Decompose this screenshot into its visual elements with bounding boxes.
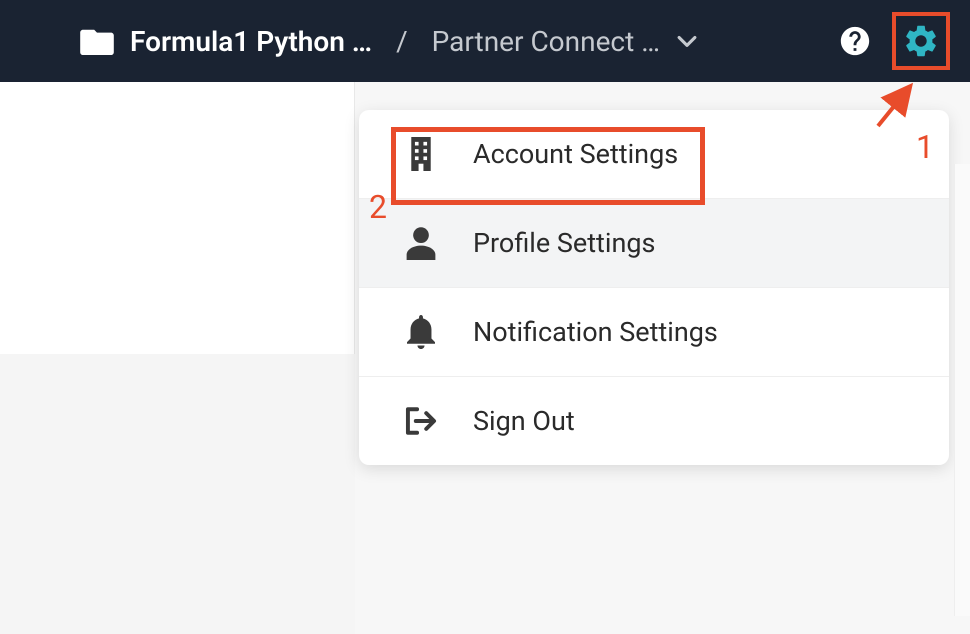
sign-out-icon <box>403 403 439 439</box>
bell-icon <box>403 314 439 350</box>
menu-item-account-settings[interactable]: Account Settings <box>359 110 949 199</box>
breadcrumb: Formula1 Python … / Partner Connect … <box>80 25 836 58</box>
breadcrumb-project[interactable]: Formula1 Python … <box>130 25 372 58</box>
breadcrumb-separator: / <box>388 25 416 58</box>
side-panel <box>0 82 355 354</box>
annotation-label-2: 2 <box>369 188 387 226</box>
chevron-down-icon <box>676 34 698 48</box>
settings-dropdown-menu: Account Settings Profile Settings Notifi… <box>359 110 949 465</box>
menu-item-label: Account Settings <box>473 138 678 170</box>
folder-icon <box>80 27 114 55</box>
menu-item-notification-settings[interactable]: Notification Settings <box>359 288 949 377</box>
gear-icon <box>902 22 940 60</box>
building-icon <box>403 136 439 172</box>
breadcrumb-page[interactable]: Partner Connect … <box>432 25 698 58</box>
menu-item-sign-out[interactable]: Sign Out <box>359 377 949 465</box>
topbar: Formula1 Python … / Partner Connect … <box>0 0 970 82</box>
menu-item-label: Sign Out <box>473 405 575 437</box>
menu-item-label: Notification Settings <box>473 316 718 348</box>
annotation-label-1: 1 <box>916 128 934 166</box>
topbar-actions <box>836 12 950 70</box>
side-panel-lower <box>0 354 355 552</box>
content-area: Account Settings Profile Settings Notifi… <box>0 82 970 552</box>
settings-gear-button[interactable] <box>892 12 950 70</box>
menu-item-label: Profile Settings <box>473 227 655 259</box>
user-icon <box>403 225 439 261</box>
menu-item-profile-settings[interactable]: Profile Settings <box>359 199 949 288</box>
help-icon[interactable] <box>836 22 874 60</box>
scrollbar[interactable] <box>954 164 970 616</box>
